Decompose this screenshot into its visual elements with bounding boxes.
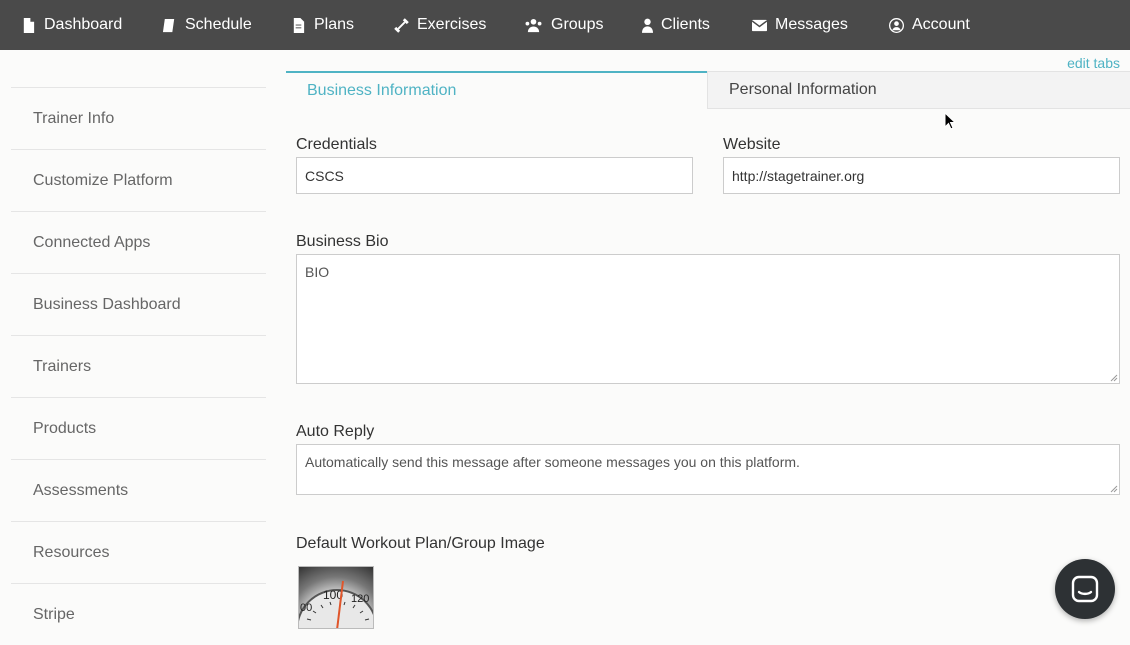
nav-plans-label: Plans — [314, 16, 355, 33]
nav-clients[interactable]: Clients — [641, 0, 710, 50]
business-bio-label: Business Bio — [296, 233, 389, 250]
default-image-label: Default Workout Plan/Group Image — [296, 535, 545, 552]
tab-personal-information[interactable]: Personal Information — [707, 71, 1130, 109]
sidebar-item-trainer-info[interactable]: Trainer Info — [11, 87, 266, 149]
nav-exercises-label: Exercises — [417, 16, 487, 33]
nav-groups-label: Groups — [551, 16, 604, 33]
auto-reply-label: Auto Reply — [296, 423, 375, 440]
sidebar-item-products[interactable]: Products — [11, 397, 266, 459]
scale-dial-image: 00 100 120 — [299, 580, 373, 628]
file-text-icon — [290, 17, 306, 33]
sidebar-item-business-dashboard[interactable]: Business Dashboard — [11, 273, 266, 335]
sidebar-item-resources[interactable]: Resources — [11, 521, 266, 583]
sidebar-item-assessments[interactable]: Assessments — [11, 459, 266, 521]
business-bio-textarea[interactable]: BIO — [296, 254, 1120, 384]
resize-grip-icon[interactable] — [1110, 374, 1118, 382]
edit-tabs-link[interactable]: edit tabs — [1067, 55, 1120, 71]
nav-messages[interactable]: Messages — [751, 0, 848, 50]
user-circle-icon — [888, 17, 904, 33]
nav-dashboard-label: Dashboard — [44, 16, 123, 33]
file-icon — [20, 17, 36, 33]
envelope-icon — [751, 17, 767, 33]
website-input[interactable]: http://stagetrainer.org — [723, 157, 1120, 194]
dumbbell-icon — [393, 17, 409, 33]
top-nav: Dashboard Schedule Plans Exercises Group… — [0, 0, 1130, 50]
nav-messages-label: Messages — [775, 16, 848, 33]
settings-sidebar: Trainer Info Customize Platform Connecte… — [11, 87, 266, 645]
nav-account-label: Account — [912, 16, 970, 33]
auto-reply-text: Automatically send this message after so… — [305, 454, 800, 470]
default-workout-image[interactable]: 00 100 120 — [298, 566, 374, 629]
nav-groups[interactable]: Groups — [523, 0, 603, 50]
user-icon — [641, 17, 653, 33]
chat-icon — [1071, 575, 1099, 603]
info-tabs: Business Information Personal Informatio… — [286, 71, 1130, 109]
sidebar-item-connected-apps[interactable]: Connected Apps — [11, 211, 266, 273]
credentials-label: Credentials — [296, 136, 377, 153]
auto-reply-textarea[interactable]: Automatically send this message after so… — [296, 444, 1120, 495]
nav-clients-label: Clients — [661, 16, 710, 33]
tab-business-information[interactable]: Business Information — [286, 71, 707, 109]
nav-plans[interactable]: Plans — [290, 0, 354, 50]
sidebar-item-trainers[interactable]: Trainers — [11, 335, 266, 397]
business-bio-text: BIO — [305, 264, 330, 280]
book-icon — [161, 17, 177, 33]
mouse-pointer-icon — [944, 112, 956, 130]
sidebar-item-stripe[interactable]: Stripe — [11, 583, 266, 645]
scale-number-120: 120 — [351, 593, 369, 605]
scale-number-00: 00 — [300, 602, 312, 614]
website-label: Website — [723, 136, 781, 153]
chat-launcher-button[interactable] — [1055, 559, 1115, 619]
nav-exercises[interactable]: Exercises — [393, 0, 486, 50]
nav-schedule-label: Schedule — [185, 16, 252, 33]
nav-dashboard[interactable]: Dashboard — [20, 0, 122, 50]
nav-schedule[interactable]: Schedule — [161, 0, 252, 50]
credentials-input[interactable]: CSCS — [296, 157, 693, 194]
sidebar-item-customize-platform[interactable]: Customize Platform — [11, 149, 266, 211]
users-icon — [523, 17, 543, 33]
resize-grip-icon[interactable] — [1110, 485, 1118, 493]
nav-account[interactable]: Account — [888, 0, 970, 50]
